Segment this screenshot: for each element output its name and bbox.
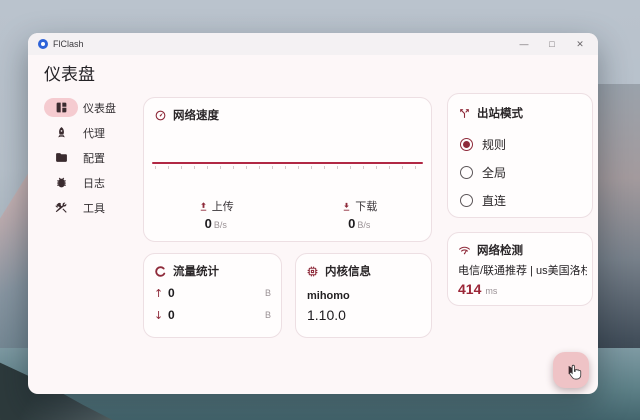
core-version: 1.10.0 <box>307 307 346 323</box>
app-title: FlClash <box>53 39 84 49</box>
network-check-header: 网络检测 <box>458 242 523 258</box>
traffic-download-row: ↓ 0 B <box>154 308 271 322</box>
traffic-upload-row: ↑ 0 B <box>154 286 271 300</box>
network-speed-header: 网络速度 <box>154 107 219 123</box>
folder-icon <box>44 148 78 167</box>
titlebar[interactable]: FlClash — □ ✕ <box>28 33 598 55</box>
tools-icon <box>44 198 78 217</box>
card-title: 网络速度 <box>173 107 219 123</box>
dashboard-icon <box>44 98 78 117</box>
traffic-stats-card: 流量统计 ↑ 0 B ↓ 0 B <box>143 253 282 338</box>
outbound-option-direct[interactable]: 直连 <box>460 191 506 209</box>
sidebar-item-proxy[interactable]: 代理 <box>44 120 140 145</box>
bug-icon <box>44 173 78 192</box>
speed-chart-ticks <box>155 166 420 169</box>
latency-row: 414 ms <box>458 281 497 297</box>
latency-unit: ms <box>485 286 497 296</box>
sidebar-item-label: 配置 <box>83 150 105 166</box>
sidebar-item-dashboard[interactable]: 仪表盘 <box>44 95 140 120</box>
maximize-button[interactable]: □ <box>538 34 566 54</box>
card-title: 网络检测 <box>477 242 523 258</box>
outbound-option-rule[interactable]: 规则 <box>460 135 506 153</box>
app-window: FlClash — □ ✕ 仪表盘 仪表盘 代理 配置 <box>28 33 598 394</box>
core-info-card: 内核信息 mihomo 1.10.0 <box>295 253 432 338</box>
download-label: 下载 <box>355 198 377 214</box>
traffic-up-unit: B <box>265 288 271 298</box>
rocket-icon <box>44 123 78 142</box>
traffic-up-value: 0 <box>168 286 175 300</box>
speedometer-icon <box>154 109 167 122</box>
mouse-cursor <box>566 363 586 383</box>
radio-label: 直连 <box>482 192 506 209</box>
sidebar-item-label: 仪表盘 <box>83 100 116 116</box>
speed-stats: 上传 0B/s 下载 0B/s <box>144 198 431 231</box>
download-icon <box>341 201 352 212</box>
proxy-node-name: 电信/联通推荐 | us美国洛杉... <box>458 262 587 278</box>
network-check-card[interactable]: 网络检测 电信/联通推荐 | us美国洛杉... 414 ms <box>447 232 593 306</box>
card-title: 内核信息 <box>325 263 371 279</box>
radio-unselected-icon <box>460 194 473 207</box>
upload-value: 0 <box>205 216 212 231</box>
card-title: 流量统计 <box>173 263 219 279</box>
outbound-mode-card: 出站模式 规则 全局 直连 <box>447 93 593 218</box>
upload-icon <box>198 201 209 212</box>
core-name: mihomo <box>307 290 350 302</box>
right-column: 出站模式 规则 全局 直连 网络检测 电信/联通推荐 | us美国洛杉... <box>447 93 593 306</box>
traffic-down-value: 0 <box>168 308 175 322</box>
wifi-check-icon <box>458 244 471 257</box>
window-controls: — □ ✕ <box>510 34 594 54</box>
card-title: 出站模式 <box>477 105 523 121</box>
memory-chip-icon <box>306 265 319 278</box>
outbound-option-global[interactable]: 全局 <box>460 163 506 181</box>
call-split-icon <box>458 107 471 120</box>
radio-selected-icon <box>460 138 473 151</box>
sidebar-item-label: 工具 <box>83 200 105 216</box>
upload-label: 上传 <box>212 198 234 214</box>
sidebar-item-logs[interactable]: 日志 <box>44 170 140 195</box>
sidebar-item-label: 代理 <box>83 125 105 141</box>
page-title: 仪表盘 <box>44 60 95 85</box>
download-value: 0 <box>348 216 355 231</box>
down-arrow-icon: ↓ <box>154 309 166 322</box>
up-arrow-icon: ↑ <box>154 287 166 300</box>
sidebar-item-label: 日志 <box>83 175 105 191</box>
speed-chart-line <box>152 162 423 164</box>
minimize-button[interactable]: — <box>510 34 538 54</box>
outbound-mode-header: 出站模式 <box>458 105 523 121</box>
upload-unit: B/s <box>214 220 227 230</box>
traffic-stats-header: 流量统计 <box>154 263 219 279</box>
radio-unselected-icon <box>460 166 473 179</box>
download-unit: B/s <box>357 220 370 230</box>
radio-label: 全局 <box>482 164 506 181</box>
traffic-down-unit: B <box>265 310 271 320</box>
sidebar-item-profiles[interactable]: 配置 <box>44 145 140 170</box>
sidebar-item-tools[interactable]: 工具 <box>44 195 140 220</box>
network-speed-card: 网络速度 上传 0B/s 下载 0B/s <box>143 97 432 242</box>
core-info-header: 内核信息 <box>306 263 371 279</box>
data-usage-icon <box>154 265 167 278</box>
sidebar: 仪表盘 代理 配置 日志 工具 <box>44 95 140 220</box>
app-logo-icon <box>38 39 48 49</box>
upload-stat: 上传 0B/s <box>144 198 288 231</box>
latency-value: 414 <box>458 281 481 297</box>
main-column: 网络速度 上传 0B/s 下载 0B/s <box>143 97 432 338</box>
download-stat: 下载 0B/s <box>288 198 432 231</box>
close-button[interactable]: ✕ <box>566 34 594 54</box>
radio-label: 规则 <box>482 136 506 153</box>
